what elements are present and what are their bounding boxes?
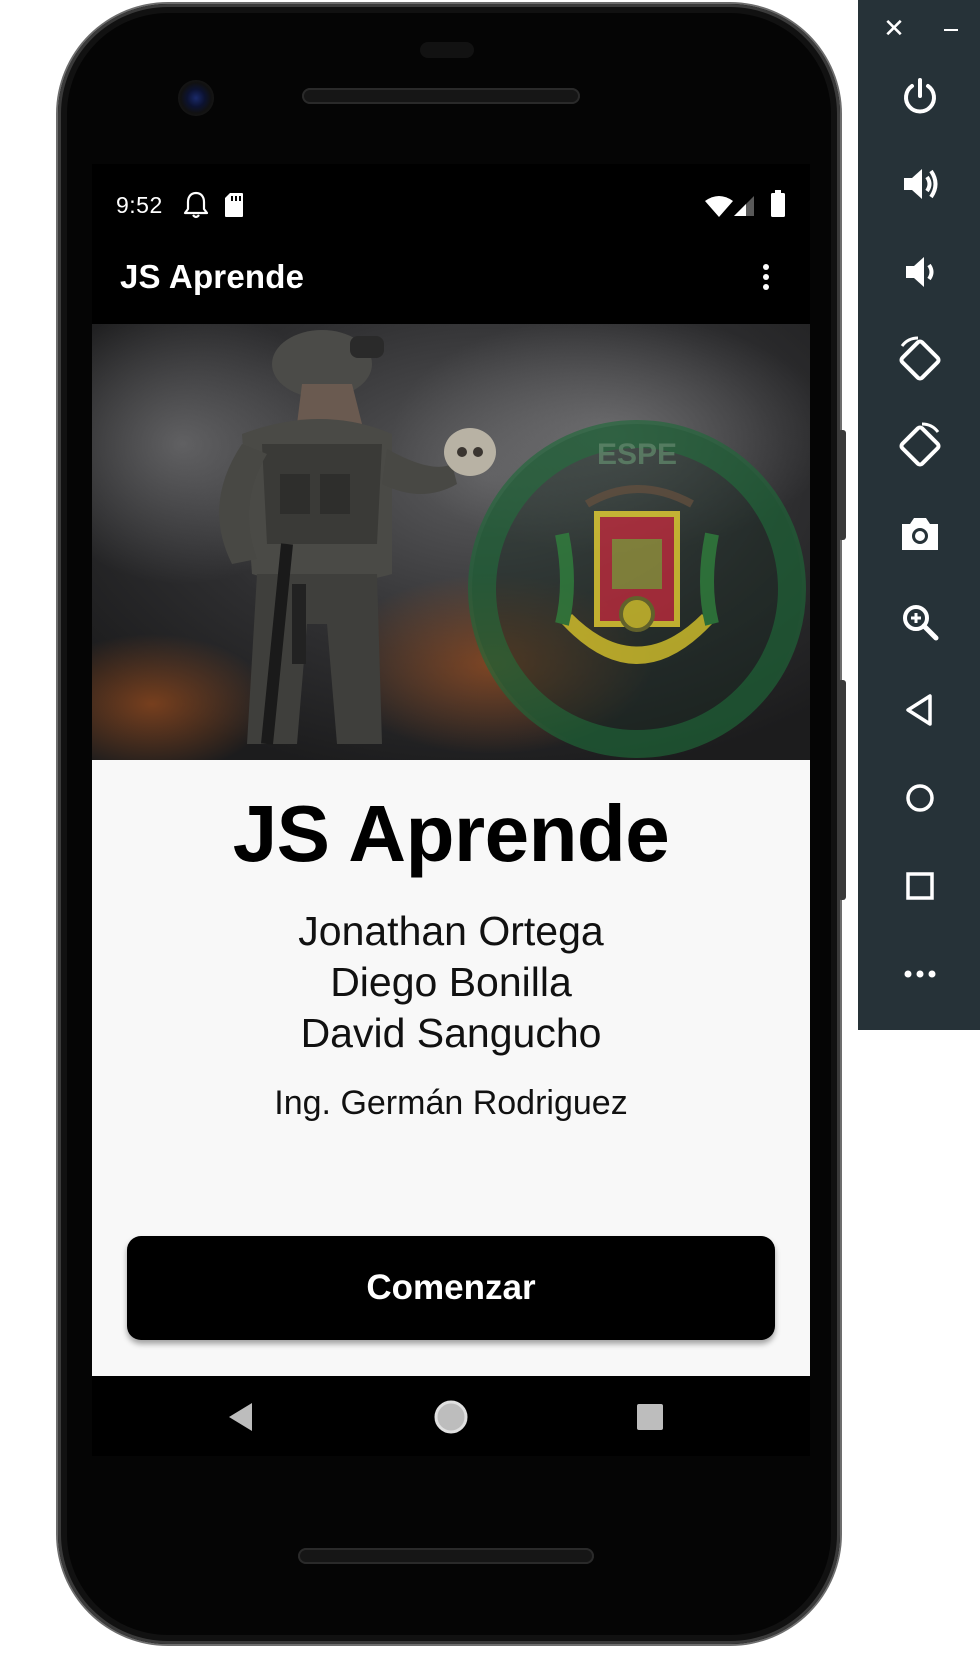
screenshot-icon[interactable]: [894, 508, 946, 560]
espe-emblem: ESPE: [468, 420, 806, 758]
author-name: Diego Bonilla: [330, 959, 572, 1005]
back-icon[interactable]: [226, 1400, 256, 1434]
teacher-name: Ing. Germán Rodriguez: [274, 1084, 628, 1122]
zoom-icon[interactable]: [894, 596, 946, 648]
rotate-left-icon[interactable]: [894, 334, 946, 386]
overview-icon[interactable]: [894, 860, 946, 912]
power-icon[interactable]: [894, 70, 946, 122]
more-icon[interactable]: [894, 948, 946, 1000]
authors-list: Jonathan Ortega Diego Bonilla David Sang…: [92, 906, 810, 1059]
minimize-icon[interactable]: [938, 14, 966, 42]
start-button[interactable]: Comenzar: [127, 1236, 775, 1340]
earpiece-speaker: [302, 88, 580, 104]
volume-down-icon[interactable]: [894, 246, 946, 298]
status-bar: 9:52: [92, 164, 810, 244]
overflow-menu-icon[interactable]: [752, 260, 780, 304]
author-name: Jonathan Ortega: [298, 908, 604, 954]
recents-icon[interactable]: [635, 1402, 665, 1432]
device-screen: 9:52 JS Aprende ESPE JS Aprende Jonathan…: [92, 164, 810, 1456]
phone-volume-key: [838, 680, 846, 900]
status-time: 9:52: [116, 192, 163, 218]
main-content: JS Aprende Jonathan Ortega Diego Bonilla…: [92, 760, 810, 1376]
home-icon[interactable]: [432, 1398, 470, 1436]
banner-illustration: ESPE: [92, 324, 810, 760]
close-icon[interactable]: ✕: [880, 14, 908, 42]
sd-card-icon: [225, 193, 243, 217]
emulator-toolbar: ✕: [858, 0, 980, 1030]
proximity-sensor: [420, 42, 474, 58]
wifi-icon: [705, 196, 733, 217]
back-icon[interactable]: [894, 684, 946, 736]
author-name: David Sangucho: [300, 1010, 602, 1056]
page-title: JS Aprende: [232, 789, 670, 878]
home-icon[interactable]: [894, 772, 946, 824]
navigation-bar: [92, 1376, 810, 1456]
battery-icon: [771, 190, 785, 217]
phone-power-key: [838, 430, 846, 540]
rotate-right-icon[interactable]: [894, 420, 946, 472]
notification-bell-icon: [183, 191, 209, 219]
banner-image: ESPE: [92, 324, 810, 760]
bottom-speaker: [298, 1548, 594, 1564]
app-bar-title: JS Aprende: [120, 258, 305, 295]
volume-up-icon[interactable]: [894, 158, 946, 210]
emblem-text: ESPE: [597, 438, 677, 471]
front-camera: [178, 80, 214, 116]
cell-signal-icon: [734, 196, 754, 216]
